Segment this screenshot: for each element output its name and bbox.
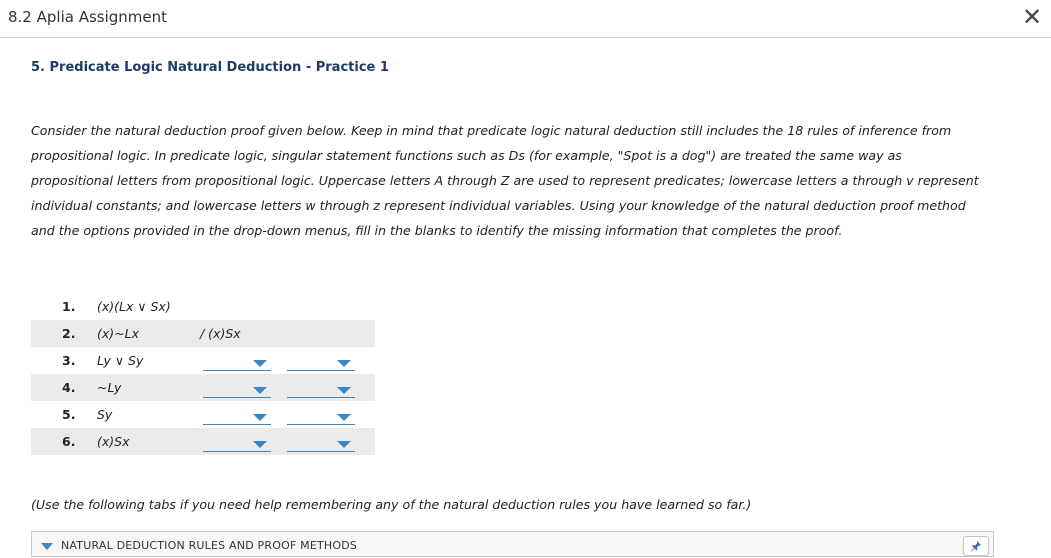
proof-conclusion: / (x)Sx [200, 326, 241, 341]
line-statement: (x)Sx [97, 434, 130, 449]
pin-glyph [971, 541, 981, 552]
line-number: 4. [62, 380, 76, 395]
line-statement: Ly ∨ Sy [97, 353, 144, 368]
title-bar: 8.2 Aplia Assignment ✕ [0, 0, 1051, 38]
instructions-line: propositional logic. In predicate logic,… [31, 148, 902, 163]
chevron-down-icon [253, 414, 267, 421]
line-3-justification-lines-dropdown[interactable] [203, 352, 271, 371]
line-statement: ~Ly [97, 380, 122, 395]
line-6-rule-dropdown[interactable] [287, 433, 355, 452]
line-6-justification-lines-dropdown[interactable] [203, 433, 271, 452]
line-number: 5. [62, 407, 76, 422]
instructions-line: Consider the natural deduction proof giv… [31, 123, 952, 138]
line-statement: Sy [97, 407, 113, 422]
line-number: 2. [62, 326, 76, 341]
chevron-down-icon [41, 543, 53, 550]
line-5-justification-lines-dropdown[interactable] [203, 406, 271, 425]
line-statement: (x)(Lx ∨ Sx) [97, 299, 171, 314]
instructions-line: individual constants; and lowercase lett… [31, 198, 966, 213]
proof-row-1: 1. (x)(Lx ∨ Sx) [31, 293, 375, 320]
chevron-down-icon [337, 441, 351, 448]
hint-text: (Use the following tabs if you need help… [31, 497, 752, 512]
line-4-justification-lines-dropdown[interactable] [203, 379, 271, 398]
line-statement: (x)~Lx [97, 326, 139, 341]
question-title: 5. Predicate Logic Natural Deduction - P… [31, 60, 389, 75]
chevron-down-icon [337, 387, 351, 394]
chevron-down-icon [253, 387, 267, 394]
chevron-down-icon [337, 414, 351, 421]
instructions: Consider the natural deduction proof giv… [31, 118, 1001, 243]
chevron-down-icon [337, 360, 351, 367]
proof-row-5: 5. Sy [31, 401, 375, 428]
instructions-line: propositional letters from propositional… [31, 173, 979, 188]
window-title: 8.2 Aplia Assignment [8, 8, 168, 26]
proof-row-2: 2. (x)~Lx / (x)Sx [31, 320, 375, 347]
instructions-line: and the options provided in the drop-dow… [31, 223, 843, 238]
proof-row-4: 4. ~Ly [31, 374, 375, 401]
proof-row-3: 3. Ly ∨ Sy [31, 347, 375, 374]
proof-table: 1. (x)(Lx ∨ Sx) 2. (x)~Lx / (x)Sx 3. Ly … [31, 293, 375, 455]
tab-label: NATURAL DEDUCTION RULES AND PROOF METHOD… [61, 539, 358, 552]
line-3-rule-dropdown[interactable] [287, 352, 355, 371]
line-4-rule-dropdown[interactable] [287, 379, 355, 398]
line-5-rule-dropdown[interactable] [287, 406, 355, 425]
line-number: 1. [62, 299, 76, 314]
chevron-down-icon [253, 441, 267, 448]
chevron-down-icon [253, 360, 267, 367]
line-number: 6. [62, 434, 76, 449]
close-icon[interactable]: ✕ [1021, 5, 1043, 29]
line-number: 3. [62, 353, 76, 368]
pin-icon[interactable] [963, 536, 989, 556]
natural-deduction-rules-tab[interactable]: NATURAL DEDUCTION RULES AND PROOF METHOD… [31, 531, 994, 557]
proof-row-6: 6. (x)Sx [31, 428, 375, 455]
